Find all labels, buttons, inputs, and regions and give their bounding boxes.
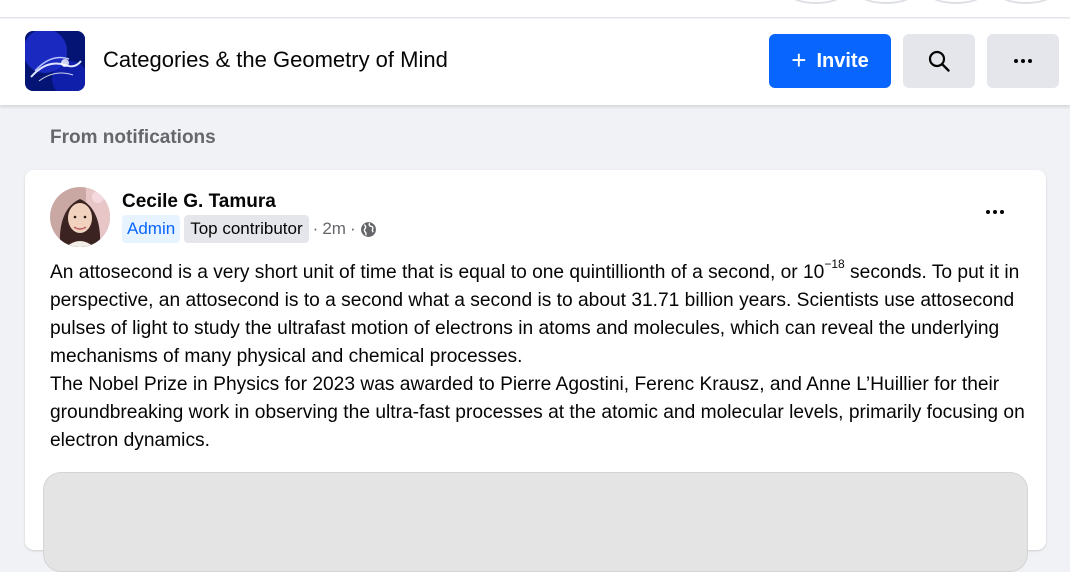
- avatar[interactable]: [50, 187, 110, 247]
- exponent: −18: [824, 256, 845, 271]
- admin-badge[interactable]: Admin: [122, 215, 181, 243]
- search-button[interactable]: [903, 34, 975, 88]
- top-nav-circle[interactable]: [998, 0, 1054, 4]
- meta-separator: ·: [349, 219, 356, 238]
- post-paragraph-1: An attosecond is a very short unit of ti…: [50, 256, 1020, 367]
- top-contributor-badge[interactable]: Top contributor: [184, 215, 309, 243]
- plus-icon: +: [791, 45, 807, 75]
- author-name[interactable]: Cecile G. Tamura: [122, 191, 276, 213]
- group-title[interactable]: Categories & the Geometry of Mind: [103, 47, 448, 73]
- post-card: Cecile G. Tamura Admin Top contributor ·…: [25, 170, 1046, 572]
- globe-icon[interactable]: [360, 221, 377, 238]
- group-more-button[interactable]: [987, 34, 1059, 88]
- invite-label: Invite: [816, 49, 869, 72]
- group-cover-thumbnail[interactable]: [25, 31, 85, 91]
- more-options-icon: [986, 210, 1004, 214]
- top-strip: [0, 0, 1070, 18]
- avatar-image: [50, 187, 110, 247]
- group-header: Categories & the Geometry of Mind + Invi…: [0, 19, 1070, 105]
- top-nav-circle[interactable]: [928, 0, 984, 4]
- post-media-placeholder[interactable]: [43, 472, 1028, 572]
- post-paragraph-2: The Nobel Prize in Physics for 2023 was …: [50, 374, 1025, 451]
- section-label: From notifications: [50, 127, 216, 148]
- post-meta: Admin Top contributor · 2m ·: [122, 214, 377, 244]
- post-timestamp[interactable]: 2m: [322, 219, 346, 239]
- post-more-button[interactable]: [981, 204, 1009, 220]
- post-text: An attosecond is a very short unit of ti…: [50, 256, 1035, 455]
- more-options-icon: [1014, 59, 1032, 63]
- invite-button[interactable]: + Invite: [769, 34, 891, 88]
- meta-separator: ·: [312, 219, 319, 238]
- top-nav-circle[interactable]: [788, 0, 844, 4]
- search-icon: [928, 50, 950, 72]
- group-cover-image: [25, 31, 85, 91]
- top-nav-circle[interactable]: [858, 0, 914, 4]
